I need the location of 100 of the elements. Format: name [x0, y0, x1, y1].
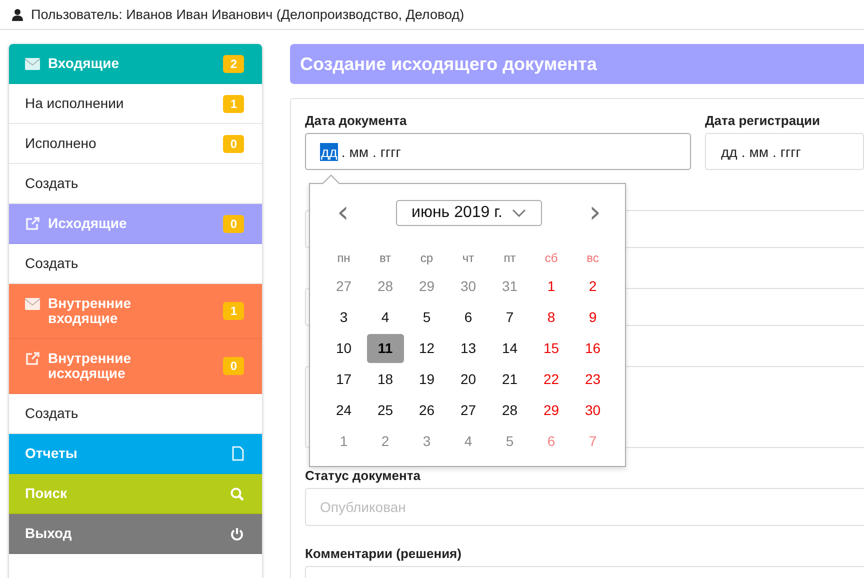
- calendar-day[interactable]: 11: [366, 334, 404, 363]
- calendar-day[interactable]: 21: [491, 365, 528, 394]
- field-label: Статус документа: [305, 468, 422, 483]
- calendar-day[interactable]: 7: [574, 427, 612, 456]
- external-link-icon: [25, 352, 40, 366]
- month-select[interactable]: июнь 2019 г.: [396, 200, 542, 226]
- count-badge: 0: [223, 214, 244, 232]
- item-label: Создать: [25, 256, 78, 271]
- document-icon: [232, 446, 244, 461]
- sidebar-item[interactable]: Создать: [9, 164, 262, 204]
- envelope-icon: [25, 298, 40, 310]
- previous-month-button[interactable]: ‹: [333, 203, 353, 223]
- section-label: Внутренние исходящие: [48, 351, 132, 381]
- calendar-day[interactable]: 9: [574, 303, 612, 332]
- count-badge: 1: [223, 94, 244, 112]
- calendar-day[interactable]: 3: [325, 303, 362, 332]
- date-part: мм: [748, 142, 770, 160]
- weekday-label: вт: [378, 250, 392, 267]
- calendar-day[interactable]: 20: [450, 365, 487, 394]
- calendar-day[interactable]: 3: [408, 427, 446, 456]
- calendar-day[interactable]: 2: [574, 272, 612, 301]
- section-label: Входящие: [48, 56, 119, 71]
- calendar-day[interactable]: 28: [366, 272, 404, 301]
- calendar-day[interactable]: 28: [491, 396, 528, 425]
- sidebar-tool[interactable]: Отчеты: [9, 434, 262, 474]
- calendar-day[interactable]: 14: [491, 334, 528, 363]
- calendar-day[interactable]: 27: [450, 396, 487, 425]
- calendar-day[interactable]: 25: [366, 396, 404, 425]
- sidebar-section[interactable]: Внутренние входящие 1: [9, 284, 262, 339]
- weekday-label: чт: [461, 250, 476, 267]
- sidebar-tool[interactable]: Выход: [9, 514, 262, 554]
- date-part: гггг: [379, 142, 402, 160]
- calendar-day[interactable]: 24: [325, 396, 362, 425]
- calendar-day[interactable]: 8: [532, 303, 570, 332]
- calendar-day[interactable]: 16: [574, 334, 612, 363]
- power-icon: [230, 526, 244, 540]
- user-info: Пользователь: Иванов Иван Иванович (Делопроизводство, Деловод): [31, 7, 464, 22]
- calendar-day[interactable]: 13: [450, 334, 487, 363]
- calendar-day[interactable]: 6: [532, 427, 570, 456]
- field-label: Дата документа: [305, 113, 408, 128]
- date-separator: .: [741, 144, 746, 160]
- weekday-label: пт: [502, 250, 517, 267]
- calendar-day[interactable]: 1: [532, 272, 570, 301]
- date-separator: .: [772, 144, 776, 160]
- calendar-day[interactable]: 29: [408, 272, 446, 301]
- calendar-day[interactable]: 31: [491, 272, 528, 301]
- sidebar-item[interactable]: Создать: [9, 394, 262, 434]
- date-part: гггг: [779, 142, 802, 160]
- calendar-day[interactable]: 15: [532, 334, 570, 363]
- calendar-day[interactable]: 26: [408, 396, 446, 425]
- count-badge: 1: [223, 302, 244, 320]
- date-part: дд: [720, 142, 738, 160]
- calendar-day[interactable]: 10: [325, 334, 362, 363]
- calendar-day[interactable]: 5: [408, 303, 446, 332]
- sidebar-section[interactable]: Внутренние исходящие 0: [9, 339, 262, 394]
- calendar-day[interactable]: 22: [532, 365, 570, 394]
- date-separator: .: [372, 144, 376, 160]
- sidebar-section[interactable]: Входящие 2: [9, 44, 262, 84]
- date-field[interactable]: дд . мм . гггг: [705, 133, 864, 170]
- calendar-day[interactable]: 30: [450, 272, 487, 301]
- tool-label: Отчеты: [25, 446, 78, 461]
- count-badge: 0: [223, 134, 244, 152]
- calendar-day[interactable]: 17: [325, 365, 362, 394]
- date-field[interactable]: дд . мм . гггг: [305, 133, 691, 170]
- chevron-down-icon: [512, 209, 526, 217]
- calendar-day[interactable]: 23: [574, 365, 612, 394]
- section-label: Исходящие: [48, 216, 127, 231]
- date-separator: .: [341, 144, 346, 160]
- search-icon: [230, 486, 244, 500]
- field-label: Комментарии (решения): [305, 546, 462, 561]
- count-badge: 2: [223, 54, 244, 72]
- weekday-label: вс: [586, 250, 600, 267]
- page-title: Создание исходящего документа: [300, 54, 597, 74]
- sidebar-section[interactable]: Исходящие 0: [9, 204, 262, 244]
- sidebar-item[interactable]: На исполнении 1: [9, 84, 262, 124]
- count-badge: 0: [223, 357, 244, 375]
- sidebar-item[interactable]: Создать: [9, 244, 262, 284]
- item-label: Создать: [25, 176, 78, 191]
- calendar-day[interactable]: 6: [450, 303, 487, 332]
- calendar-day[interactable]: 19: [408, 365, 446, 394]
- calendar-day[interactable]: 5: [491, 427, 528, 456]
- external-link-icon: [25, 217, 40, 231]
- next-month-button[interactable]: ›: [585, 203, 605, 223]
- calendar-day[interactable]: 7: [491, 303, 528, 332]
- calendar-day[interactable]: 27: [325, 272, 362, 301]
- calendar-day[interactable]: 29: [532, 396, 570, 425]
- item-label: Исполнено: [25, 136, 96, 151]
- calendar-day[interactable]: 30: [574, 396, 612, 425]
- envelope-icon: [25, 58, 40, 70]
- sidebar-item[interactable]: Исполнено 0: [9, 124, 262, 164]
- calendar-day[interactable]: 4: [450, 427, 487, 456]
- tool-label: Поиск: [25, 486, 68, 501]
- calendar-day[interactable]: 12: [408, 334, 446, 363]
- date-part: мм: [348, 142, 370, 160]
- date-part: дд: [320, 142, 338, 160]
- calendar-day[interactable]: 2: [366, 427, 404, 456]
- calendar-day[interactable]: 18: [366, 365, 404, 394]
- calendar-day[interactable]: 4: [366, 303, 404, 332]
- tool-label: Выход: [25, 526, 72, 541]
- calendar-day[interactable]: 1: [325, 427, 362, 456]
